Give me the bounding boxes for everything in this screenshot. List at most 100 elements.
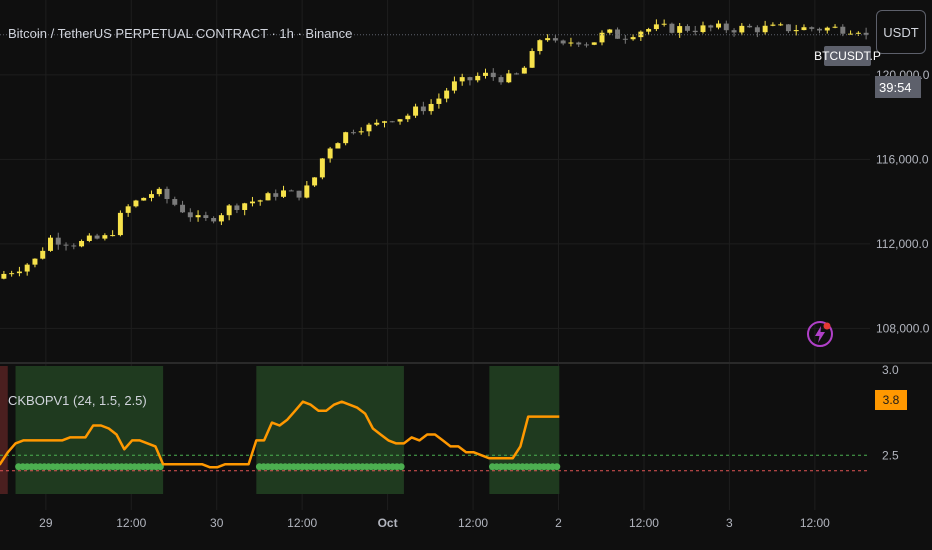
candle-body (583, 44, 589, 46)
candle-body (382, 121, 387, 123)
candle-body (86, 235, 92, 241)
price-axis-label: 112,000.0 (876, 237, 929, 251)
candle-body (661, 23, 667, 25)
time-axis-label: 12:00 (800, 516, 830, 530)
currency-button[interactable]: USDT (876, 10, 926, 54)
candle-body (770, 24, 776, 26)
candle-body (343, 132, 349, 144)
time-axis-label: Oct (378, 516, 398, 530)
candle-body (335, 143, 341, 149)
candle-body (545, 38, 551, 41)
candle-body (9, 273, 15, 275)
symbol-price-badge: BTCUSDT.P (814, 46, 881, 66)
candle-body (234, 205, 240, 210)
candle-body (436, 98, 442, 104)
time-axis-label: 12:00 (629, 516, 659, 530)
candle-body (304, 185, 310, 198)
candle-body (723, 23, 729, 31)
candle-body (1, 273, 7, 279)
candle-body (809, 27, 815, 29)
candle-body (327, 148, 333, 159)
candle-body (684, 26, 690, 31)
price-axis-label: 116,000.0 (876, 152, 929, 166)
candle-body (397, 119, 403, 122)
candle-body (428, 103, 434, 112)
candle-body (32, 258, 38, 265)
candle-body (79, 240, 85, 247)
indicator-axis-label: 3.0 (882, 363, 899, 377)
candle-body (374, 122, 380, 125)
candle-body (490, 72, 496, 78)
trading-chart[interactable]: 108,000.0112,000.0116,000.0120,000.02.53… (0, 0, 932, 550)
candle-body (739, 25, 745, 33)
candle-body (203, 215, 209, 219)
signal-dot (553, 463, 561, 471)
candle-body (801, 27, 807, 31)
candle-body (568, 42, 574, 44)
candle-body (483, 72, 488, 76)
candle-body (459, 77, 465, 82)
time-axis-label: 2 (555, 516, 562, 530)
candle-body (708, 25, 714, 28)
time-axis-label: 30 (210, 516, 224, 530)
candle-body (607, 29, 613, 33)
bar-countdown: 39:54 (875, 76, 921, 98)
candle-body (195, 215, 201, 218)
candle-body (591, 42, 597, 45)
indicator-axis-label: 2.5 (882, 448, 899, 462)
candle-body (824, 27, 830, 31)
candle-body (630, 37, 636, 40)
candle-body (716, 23, 722, 28)
candle-body (817, 28, 822, 31)
candle-body (55, 237, 61, 245)
indicator-current-value: 3.8 (875, 390, 907, 410)
time-axis-label: 3 (726, 516, 733, 530)
candle-body (24, 264, 30, 272)
candle-body (475, 75, 481, 81)
candle-body (552, 38, 558, 41)
indicator-label[interactable]: CKBOPV1 (24, 1.5, 2.5) (8, 393, 147, 408)
signal-dot (397, 463, 405, 471)
signal-band (0, 366, 8, 494)
candle-body (521, 67, 527, 74)
candle-body (48, 237, 53, 251)
candle-body (180, 204, 186, 213)
candle-body (218, 215, 224, 222)
candle-body (63, 244, 69, 246)
candle-body (156, 188, 162, 195)
candle-body (855, 32, 861, 34)
candle-body (164, 188, 170, 200)
candle-body (242, 203, 248, 210)
lightning-bolt-icon[interactable] (806, 320, 834, 348)
candle-body (778, 24, 784, 26)
candle-body (257, 200, 263, 202)
candle-body (172, 199, 178, 205)
candle-body (117, 212, 123, 236)
candle-body (832, 26, 838, 28)
time-axis-label: 12:00 (458, 516, 488, 530)
candle-body (71, 245, 77, 247)
time-axis-label: 12:00 (287, 516, 317, 530)
candle-body (451, 81, 457, 91)
candle-body (537, 40, 543, 52)
candle-body (754, 27, 760, 33)
candle-body (692, 30, 698, 33)
candle-body (677, 26, 683, 33)
candle-body (288, 190, 294, 192)
candle-body (148, 194, 154, 198)
candle-body (125, 206, 131, 213)
candle-body (498, 77, 504, 83)
time-axis-label: 29 (39, 516, 53, 530)
candle-body (622, 38, 628, 40)
candle-body (249, 201, 255, 204)
candle-body (731, 30, 737, 33)
candle-body (389, 121, 395, 123)
candle-body (211, 218, 217, 222)
candle-body (615, 29, 621, 39)
candle-body (226, 205, 232, 216)
candle-body (40, 250, 46, 259)
candle-body (358, 131, 364, 133)
candle-body (560, 40, 566, 44)
candle-body (102, 235, 108, 239)
candle-body (599, 32, 605, 43)
